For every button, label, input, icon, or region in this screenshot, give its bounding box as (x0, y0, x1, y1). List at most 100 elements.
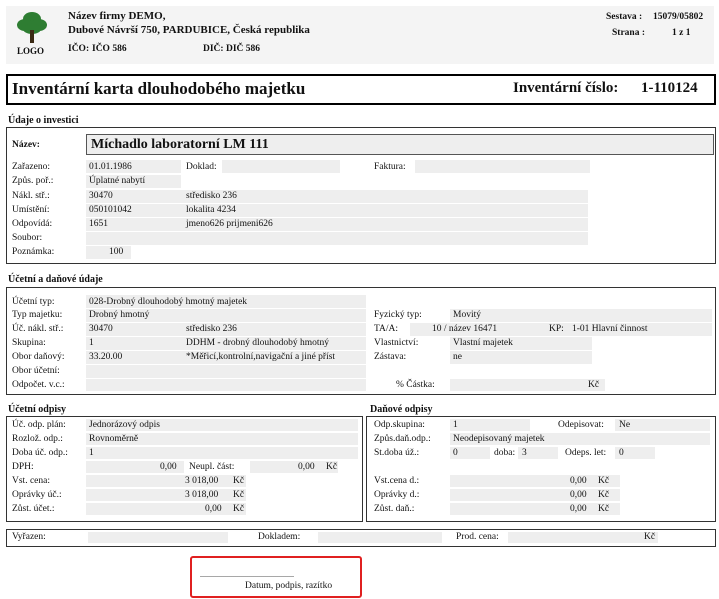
dic-label: DIČ: (203, 44, 224, 54)
opravky-uc-label: Oprávky úč.: (12, 490, 62, 500)
zust-dan-value: 0,00 (570, 504, 587, 514)
dic-value: DIČ 586 (226, 44, 261, 54)
rozloz-value: Rovnoměrně (89, 434, 139, 444)
dokladem-label: Dokladem: (258, 532, 301, 542)
skupina-text: DDHM - drobný dlouhodobý hmotný (186, 338, 330, 348)
section-ucetni-odpisy-title: Účetní odpisy (8, 404, 67, 415)
uc-nakl-label: Úč. nákl. stř.: (12, 324, 64, 334)
skupina-value: 1 (89, 338, 94, 348)
odpovida-text: jmeno626 prijmeni626 (186, 219, 273, 229)
neupl-label: Neupl. část: (189, 462, 235, 472)
sestava-value: 15079/05802 (653, 12, 704, 22)
st-doba-label: St.doba úž.: (374, 448, 420, 458)
opravky-d-label: Oprávky d.: (374, 490, 420, 500)
signature-label: Datum, podpis, razítko (245, 581, 333, 591)
ta-value: 10 / název 16471 (432, 324, 498, 334)
castka-unit: Kč (588, 380, 600, 390)
nazev-label: Název: (12, 140, 40, 150)
uc-odp-plan-value: Jednorázový odpis (89, 420, 160, 430)
inventory-number-label: Inventární číslo: (513, 80, 619, 96)
zust-dan-label: Zůst. daň.: (374, 504, 415, 514)
zust-ucet-unit: Kč (233, 504, 245, 514)
umisteni-text: lokalita 4234 (186, 205, 236, 215)
faktura-label: Faktura: (374, 162, 406, 172)
page-title: Inventární karta dlouhodobého majetku (12, 79, 306, 98)
nakl-value: 30470 (89, 191, 113, 201)
company-name: Název firmy DEMO, (68, 10, 166, 22)
ucetni-typ-value: 028-Drobný dlouhodobý hmotný majetek (89, 297, 248, 307)
vst-cena-value: 3 018,00 (185, 476, 219, 486)
castka-label: % Částka: (396, 380, 435, 390)
fyzicky-typ-value: Movitý (453, 310, 481, 320)
doba-uc-value: 1 (89, 448, 94, 458)
kp-label: KP: (549, 324, 564, 334)
odp-skupina-value: 1 (453, 420, 458, 430)
fyzicky-typ-label: Fyzický typ: (374, 310, 422, 320)
vst-cena-d-value: 0,00 (570, 476, 587, 486)
opravky-d-value: 0,00 (570, 490, 587, 500)
vst-cena-label: Vst. cena: (12, 476, 50, 486)
odpocet-label: Odpočet. v.c.: (12, 380, 65, 390)
signature-line: ........................................… (200, 570, 294, 579)
nazev-field: Míchadlo laboratorní LM 111 (86, 134, 714, 155)
uc-nakl-value: 30470 (89, 324, 113, 334)
vyrazen-label: Vyřazen: (12, 532, 46, 542)
ico-value: IČO 586 (92, 44, 127, 54)
zpus-dan-value: Neodepisovaný majetek (453, 434, 545, 444)
poznamka-value: 100 (109, 247, 124, 257)
obor-danovy-text: *Měřicí,kontrolní,navigační a jiné příst (186, 352, 336, 362)
opravky-uc-value: 3 018,00 (185, 490, 219, 500)
zpus-label: Způs. poř.: (12, 176, 54, 186)
logo-label: LOGO (17, 46, 45, 56)
doba-label: doba: (494, 448, 516, 458)
vst-cena-unit: Kč (233, 476, 245, 486)
nakl-text: středisko 236 (186, 191, 237, 201)
zust-ucet-label: Zůst. účet.: (12, 504, 55, 514)
odp-skupina-label: Odp.skupina: (374, 420, 425, 430)
odpovida-value: 1651 (89, 219, 108, 229)
obor-danovy-label: Obor daňový: (12, 352, 65, 362)
ico-label: IČO: (68, 44, 90, 54)
opravky-d-unit: Kč (598, 490, 610, 500)
strana-value: 1 z 1 (672, 28, 691, 38)
zust-ucet-value: 0,00 (205, 504, 222, 514)
logo: LOGO (14, 10, 50, 58)
tree-icon (17, 12, 47, 43)
doba-uc-label: Doba úč. odp.: (12, 448, 68, 458)
uc-nakl-text: středisko 236 (186, 324, 237, 334)
section-investice-title: Údaje o investici (8, 115, 79, 126)
vst-cena-d-label: Vst.cena d.: (374, 476, 420, 486)
odepisovat-label: Odepisovat: (558, 420, 604, 430)
typ-majetku-value: Drobný hmotný (89, 310, 150, 320)
zust-dan-unit: Kč (598, 504, 610, 514)
zastava-label: Zástava: (374, 352, 407, 362)
prod-cena-unit: Kč (644, 532, 656, 542)
opravky-uc-unit: Kč (233, 490, 245, 500)
section-danove-odpisy-title: Daňové odpisy (370, 404, 433, 415)
strana-label: Strana : (612, 28, 645, 38)
umisteni-value: 050101042 (89, 205, 132, 215)
prod-cena-label: Prod. cena: (456, 532, 499, 542)
rozloz-label: Rozlož. odp.: (12, 434, 63, 444)
odpovida-label: Odpovídá: (12, 219, 53, 229)
skupina-label: Skupina: (12, 338, 46, 348)
poznamka-label: Poznámka: (12, 247, 55, 257)
vlastnictvi-label: Vlastnictví: (374, 338, 419, 348)
st-doba-value: 0 (453, 448, 458, 458)
nakl-label: Nákl. stř.: (12, 191, 50, 201)
dph-value: 0,00 (160, 462, 177, 472)
soubor-label: Soubor: (12, 233, 43, 243)
neupl-unit: Kč (326, 462, 338, 472)
uc-odp-plan-label: Úč. odp. plán: (12, 420, 66, 430)
vlastnictvi-value: Vlastní majetek (453, 338, 513, 348)
umisteni-label: Umístění: (12, 205, 50, 215)
odeps-let-value: 0 (619, 448, 624, 458)
doba-value: 3 (522, 448, 527, 458)
zpus-dan-label: Způs.daň.odp.: (374, 434, 431, 444)
dph-label: DPH: (12, 462, 34, 472)
zpus-value: Úplatné nabytí (89, 176, 146, 186)
inventory-number: 1-110124 (641, 80, 698, 96)
sestava-label: Sestava : (606, 12, 643, 22)
zastava-value: ne (453, 352, 462, 362)
kp-value: 1-01 Hlavní činnost (572, 324, 648, 334)
